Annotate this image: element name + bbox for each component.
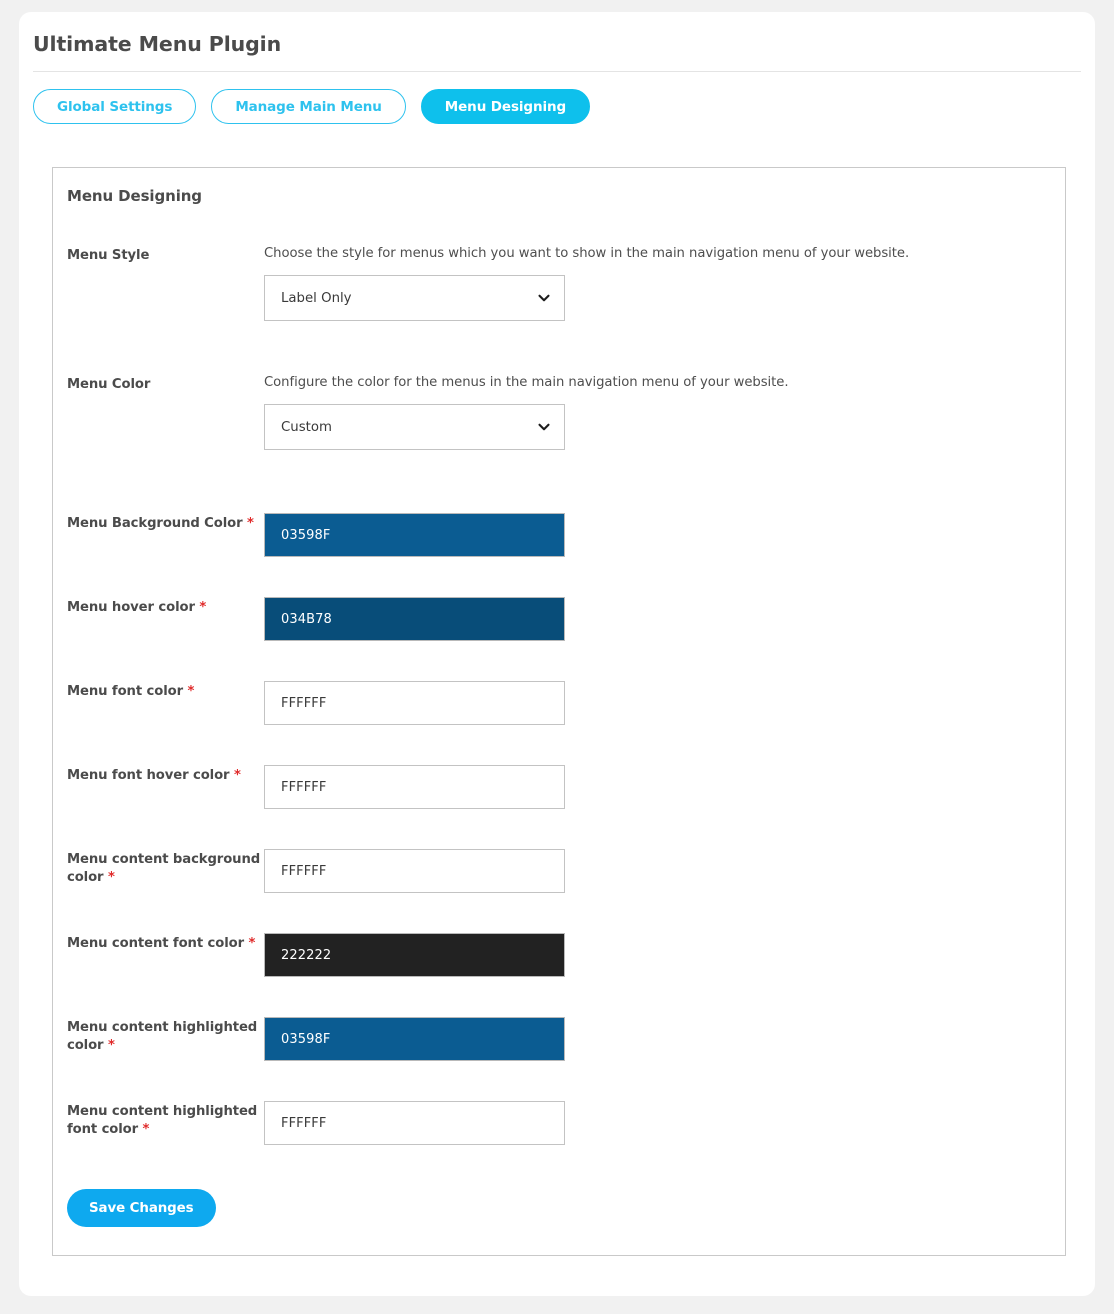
form-row-menu-background-color: Menu Background Color * 03598F xyxy=(53,513,1065,557)
menu-color-label: Menu Color xyxy=(67,374,264,394)
form-row-menu-font-color: Menu font color * FFFFFF xyxy=(53,681,1065,725)
menu-content-background-color-input[interactable]: FFFFFF xyxy=(264,849,565,893)
menu-font-hover-color-input[interactable]: FFFFFF xyxy=(264,765,565,809)
panel-title: Menu Designing xyxy=(67,187,202,205)
menu-content-highlighted-color-input[interactable]: 03598F xyxy=(264,1017,565,1061)
menu-content-highlighted-font-color-value: FFFFFF xyxy=(281,1115,327,1131)
menu-font-color-value: FFFFFF xyxy=(281,695,327,711)
menu-content-font-color-value: 222222 xyxy=(281,947,332,963)
menu-content-font-color-field: 222222 xyxy=(264,933,1065,977)
menu-content-highlighted-font-color-field: FFFFFF xyxy=(264,1101,1065,1145)
tab-bar: Global Settings Manage Main Menu Menu De… xyxy=(19,72,1095,124)
form-row-menu-content-background-color: Menu content background color * FFFFFF xyxy=(53,849,1065,893)
menu-color-select[interactable]: Custom xyxy=(264,404,565,450)
tab-menu-designing-label: Menu Designing xyxy=(444,98,567,115)
menu-font-color-label: Menu font color * xyxy=(67,681,264,701)
plugin-card: Ultimate Menu Plugin Global Settings Man… xyxy=(19,12,1095,1296)
menu-background-color-input[interactable]: 03598F xyxy=(264,513,565,557)
menu-hover-color-input[interactable]: 034B78 xyxy=(264,597,565,641)
menu-designing-form: Menu Style Choose the style for menus wh… xyxy=(53,245,1065,1255)
menu-content-highlighted-color-value: 03598F xyxy=(281,1031,331,1047)
form-row-menu-style: Menu Style Choose the style for menus wh… xyxy=(53,245,1065,321)
menu-background-color-label: Menu Background Color * xyxy=(67,513,264,533)
menu-background-color-label-text: Menu Background Color xyxy=(67,516,243,531)
form-row-menu-font-hover-color: Menu font hover color * FFFFFF xyxy=(53,765,1065,809)
form-row-menu-content-font-color: Menu content font color * 222222 xyxy=(53,933,1065,977)
menu-font-hover-color-label: Menu font hover color * xyxy=(67,765,264,785)
menu-content-font-color-input[interactable]: 222222 xyxy=(264,933,565,977)
menu-font-hover-color-field: FFFFFF xyxy=(264,765,1065,809)
menu-content-font-color-label-text: Menu content font color xyxy=(67,936,244,951)
menu-color-select-wrap: Custom xyxy=(264,404,565,450)
menu-style-field: Choose the style for menus which you wan… xyxy=(264,245,1065,321)
form-row-menu-content-highlighted-font-color: Menu content highlighted font color * FF… xyxy=(53,1101,1065,1145)
tab-manage-main-menu[interactable]: Manage Main Menu xyxy=(211,89,406,124)
menu-font-hover-color-label-text: Menu font hover color xyxy=(67,768,230,783)
menu-style-label-text: Menu Style xyxy=(67,248,150,263)
menu-font-hover-color-value: FFFFFF xyxy=(281,779,327,795)
save-changes-button[interactable]: Save Changes xyxy=(67,1189,216,1227)
menu-font-color-input[interactable]: FFFFFF xyxy=(264,681,565,725)
menu-content-background-color-field: FFFFFF xyxy=(264,849,1065,893)
menu-background-color-value: 03598F xyxy=(281,527,331,543)
menu-hover-color-field: 034B78 xyxy=(264,597,1065,641)
menu-color-label-text: Menu Color xyxy=(67,377,151,392)
required-marker: * xyxy=(107,869,115,885)
menu-style-description: Choose the style for menus which you wan… xyxy=(264,246,910,261)
menu-hover-color-label: Menu hover color * xyxy=(67,597,264,617)
menu-style-label: Menu Style xyxy=(67,245,264,265)
menu-hover-color-label-text: Menu hover color xyxy=(67,600,195,615)
tab-global-settings-label: Global Settings xyxy=(57,98,173,115)
menu-font-color-label-text: Menu font color xyxy=(67,684,183,699)
tab-menu-designing[interactable]: Menu Designing xyxy=(420,89,591,124)
form-actions: Save Changes xyxy=(53,1145,1065,1255)
tab-manage-main-menu-label: Manage Main Menu xyxy=(235,98,382,115)
required-marker: * xyxy=(107,1037,115,1053)
menu-content-background-color-value: FFFFFF xyxy=(281,863,327,879)
menu-background-color-field: 03598F xyxy=(264,513,1065,557)
menu-style-select[interactable]: Label Only xyxy=(264,275,565,321)
menu-hover-color-value: 034B78 xyxy=(281,611,332,627)
menu-designing-panel: Menu Designing Menu Style Choose the sty… xyxy=(52,167,1066,1256)
menu-style-select-wrap: Label Only xyxy=(264,275,565,321)
menu-color-field: Configure the color for the menus in the… xyxy=(264,374,1065,450)
required-marker: * xyxy=(233,768,241,783)
tab-global-settings[interactable]: Global Settings xyxy=(33,89,197,124)
menu-content-highlighted-color-label: Menu content highlighted color * xyxy=(67,1017,264,1054)
page-title: Ultimate Menu Plugin xyxy=(33,32,282,56)
menu-content-background-color-label: Menu content background color * xyxy=(67,849,264,886)
menu-content-background-color-label-text: Menu content background color xyxy=(67,852,261,885)
form-row-menu-hover-color: Menu hover color * 034B78 xyxy=(53,597,1065,641)
menu-font-color-field: FFFFFF xyxy=(264,681,1065,725)
required-marker: * xyxy=(142,1121,150,1137)
menu-content-highlighted-font-color-label: Menu content highlighted font color * xyxy=(67,1101,264,1138)
form-row-menu-color: Menu Color Configure the color for the m… xyxy=(53,374,1065,450)
required-marker: * xyxy=(199,600,207,615)
menu-content-highlighted-font-color-input[interactable]: FFFFFF xyxy=(264,1101,565,1145)
form-row-menu-content-highlighted-color: Menu content highlighted color * 03598F xyxy=(53,1017,1065,1061)
menu-content-font-color-label: Menu content font color * xyxy=(67,933,264,953)
required-marker: * xyxy=(187,684,195,699)
menu-color-description: Configure the color for the menus in the… xyxy=(264,375,789,390)
required-marker: * xyxy=(248,936,256,951)
required-marker: * xyxy=(247,516,254,531)
menu-content-highlighted-color-label-text: Menu content highlighted color xyxy=(67,1020,258,1053)
menu-content-highlighted-font-color-label-text: Menu content highlighted font color xyxy=(67,1104,258,1137)
menu-content-highlighted-color-field: 03598F xyxy=(264,1017,1065,1061)
